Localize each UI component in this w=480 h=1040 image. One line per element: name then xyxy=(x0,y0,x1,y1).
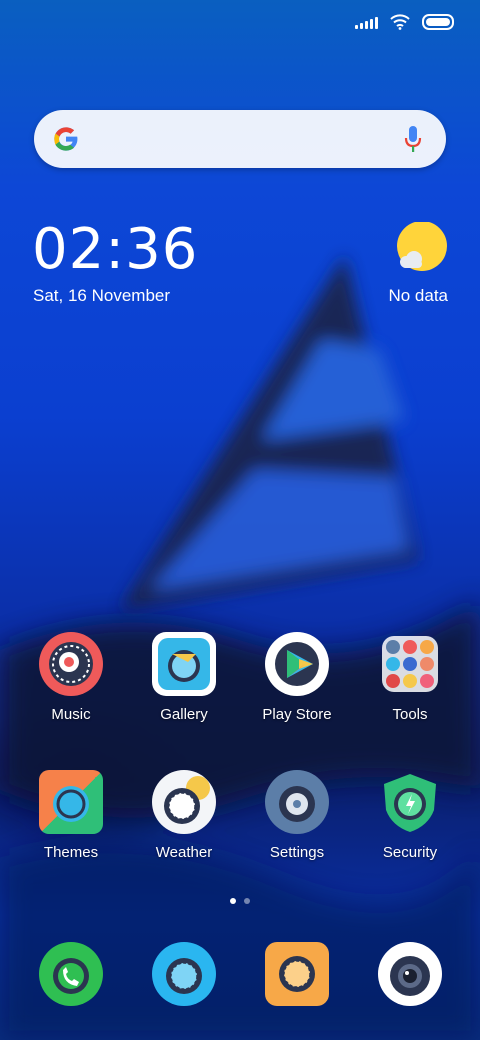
dock-phone[interactable] xyxy=(21,942,121,1006)
microphone-icon[interactable] xyxy=(404,124,422,154)
browser-icon xyxy=(152,942,216,1006)
dock-camera[interactable] xyxy=(360,942,460,1006)
status-bar xyxy=(355,10,454,34)
play-store-icon xyxy=(265,632,329,696)
app-gallery[interactable]: Gallery xyxy=(134,632,234,723)
app-music[interactable]: Music xyxy=(21,632,121,723)
dock-messages[interactable] xyxy=(247,942,347,1006)
weather-app-icon xyxy=(152,770,216,834)
page-dot[interactable] xyxy=(244,898,250,904)
signal-icon xyxy=(355,15,378,29)
app-label: Settings xyxy=(269,844,325,861)
app-play-store[interactable]: Play Store xyxy=(247,632,347,723)
gallery-icon xyxy=(152,632,216,696)
settings-gear-icon xyxy=(265,770,329,834)
camera-icon xyxy=(378,942,442,1006)
app-label: Music xyxy=(51,706,91,723)
page-dot-active[interactable] xyxy=(230,898,236,904)
security-shield-icon xyxy=(378,770,442,834)
app-label: Security xyxy=(382,844,438,861)
clock-time[interactable]: 02:36 xyxy=(32,222,198,278)
sun-cloud-icon[interactable] xyxy=(396,222,448,274)
clock-date[interactable]: Sat, 16 November xyxy=(33,286,170,306)
folder-icon xyxy=(382,636,438,692)
google-logo-icon[interactable] xyxy=(52,124,80,154)
folder-tools[interactable]: Tools xyxy=(360,632,460,723)
weather-status[interactable]: No data xyxy=(388,286,448,306)
search-input[interactable] xyxy=(94,124,398,156)
themes-icon xyxy=(39,770,103,834)
app-settings[interactable]: Settings xyxy=(247,770,347,861)
messages-icon xyxy=(265,942,329,1006)
music-icon xyxy=(39,632,103,696)
app-themes[interactable]: Themes xyxy=(21,770,121,861)
app-label: Weather xyxy=(155,844,213,861)
app-label: Themes xyxy=(43,844,99,861)
battery-icon xyxy=(422,14,454,30)
wifi-icon xyxy=(390,14,410,30)
dock-browser[interactable] xyxy=(134,942,234,1006)
app-label: Play Store xyxy=(262,706,332,723)
google-search-bar[interactable] xyxy=(34,110,446,168)
app-label: Gallery xyxy=(160,706,208,723)
app-security[interactable]: Security xyxy=(360,770,460,861)
app-weather[interactable]: Weather xyxy=(134,770,234,861)
app-label: Tools xyxy=(392,706,428,723)
phone-icon xyxy=(39,942,103,1006)
page-indicator xyxy=(0,898,480,904)
